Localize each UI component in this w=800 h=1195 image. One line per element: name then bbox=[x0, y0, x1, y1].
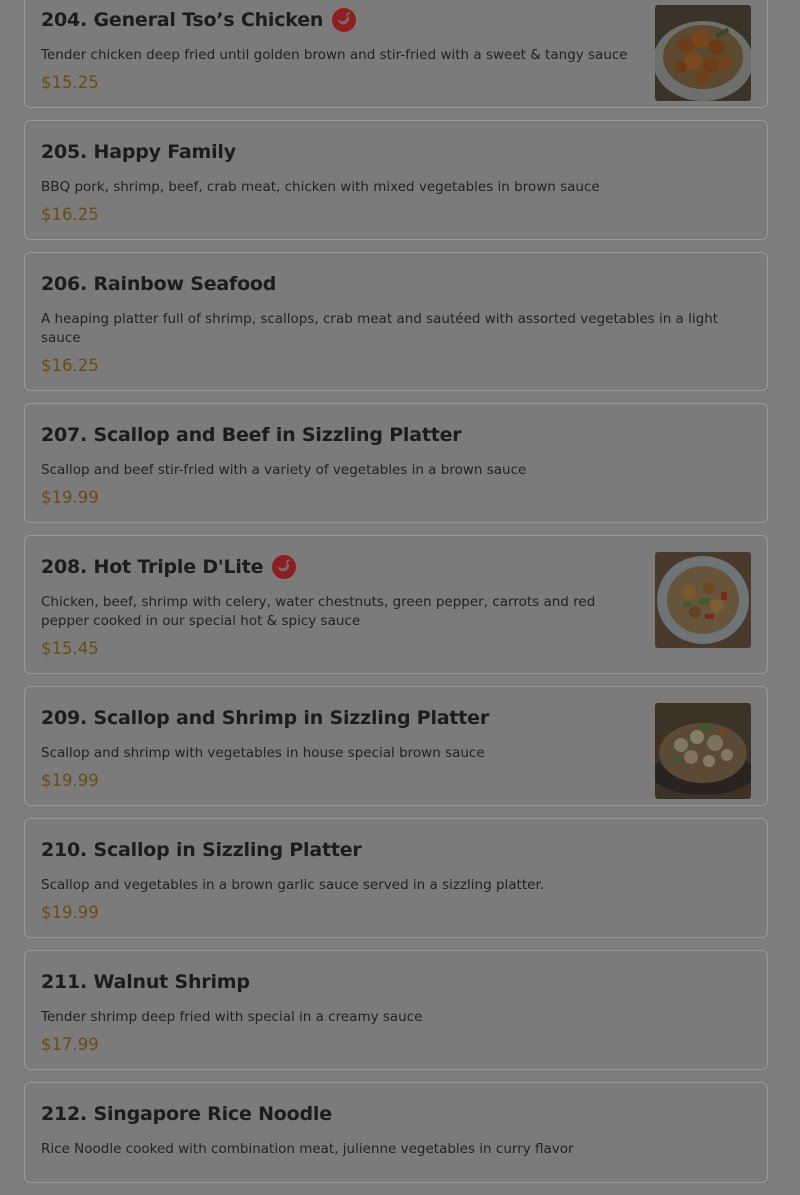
menu-item-price: $19.99 bbox=[41, 771, 99, 790]
menu-item-price: $19.99 bbox=[41, 903, 99, 922]
menu-item-price: $19.99 bbox=[41, 488, 99, 507]
menu-item-title: 212. Singapore Rice Noodle bbox=[41, 1103, 332, 1125]
menu-item-title-row: 210. Scallop in Sizzling Platter bbox=[41, 836, 751, 864]
menu-item-description: Scallop and shrimp with vegetables in ho… bbox=[41, 745, 485, 761]
menu-item-price: $17.99 bbox=[41, 1035, 99, 1054]
menu-item-description: Scallop and beef stir-fried with a varie… bbox=[41, 462, 527, 478]
menu-item-card[interactable]: 211. Walnut Shrimp Tender shrimp deep fr… bbox=[24, 950, 768, 1070]
menu-item-description: BBQ pork, shrimp, beef, crab meat, chick… bbox=[41, 179, 600, 195]
spicy-pepper-icon bbox=[272, 555, 297, 579]
menu-item-title-row: 209. Scallop and Shrimp in Sizzling Plat… bbox=[41, 704, 637, 732]
hot-triple-dlite-photo[interactable] bbox=[655, 552, 751, 648]
menu-item-title: 210. Scallop in Sizzling Platter bbox=[41, 839, 362, 861]
menu-item-title-row: 207. Scallop and Beef in Sizzling Platte… bbox=[41, 421, 751, 449]
menu-item-description: Chicken, beef, shrimp with celery, water… bbox=[41, 594, 596, 629]
menu-item-title-row: 206. Rainbow Seafood bbox=[41, 270, 751, 298]
menu-item-title-row: 211. Walnut Shrimp bbox=[41, 968, 751, 996]
menu-item-title-row: 212. Singapore Rice Noodle bbox=[41, 1100, 751, 1128]
menu-item-description: A heaping platter full of shrimp, scallo… bbox=[41, 311, 719, 346]
menu-item-card[interactable]: 212. Singapore Rice Noodle Rice Noodle c… bbox=[24, 1082, 768, 1183]
menu-item-title: 206. Rainbow Seafood bbox=[41, 273, 277, 295]
menu-item-list: 204. General Tso’s Chicken Tender chicke… bbox=[24, 0, 768, 1195]
menu-item-title-row: 205. Happy Family bbox=[41, 138, 751, 166]
menu-item-card[interactable]: 206. Rainbow Seafood A heaping platter f… bbox=[24, 252, 768, 391]
menu-item-description: Rice Noodle cooked with combination meat… bbox=[41, 1141, 574, 1157]
menu-item-price: $16.25 bbox=[41, 205, 99, 224]
menu-item-title: 207. Scallop and Beef in Sizzling Platte… bbox=[41, 424, 462, 446]
menu-item-price: $15.25 bbox=[41, 73, 99, 92]
scallop-shrimp-sizzling-photo[interactable] bbox=[655, 703, 751, 799]
menu-item-title-row: 204. General Tso’s Chicken bbox=[41, 6, 637, 34]
menu-item-title-row: 208. Hot Triple D'Lite bbox=[41, 553, 637, 581]
general-tso-chicken-photo[interactable] bbox=[655, 5, 751, 101]
menu-item-title: 208. Hot Triple D'Lite bbox=[41, 556, 264, 578]
menu-item-card[interactable]: 207. Scallop and Beef in Sizzling Platte… bbox=[24, 403, 768, 523]
menu-item-card[interactable]: 205. Happy Family BBQ pork, shrimp, beef… bbox=[24, 120, 768, 240]
menu-item-card[interactable]: 204. General Tso’s Chicken Tender chicke… bbox=[24, 0, 768, 108]
menu-item-title: 211. Walnut Shrimp bbox=[41, 971, 250, 993]
menu-item-card[interactable]: 210. Scallop in Sizzling Platter Scallop… bbox=[24, 818, 768, 938]
spicy-pepper-icon bbox=[332, 8, 357, 32]
menu-item-price: $15.45 bbox=[41, 639, 99, 658]
menu-item-title: 204. General Tso’s Chicken bbox=[41, 9, 324, 31]
menu-item-card[interactable]: 209. Scallop and Shrimp in Sizzling Plat… bbox=[24, 686, 768, 806]
menu-item-card[interactable]: 208. Hot Triple D'Lite Chicken, beef, sh… bbox=[24, 535, 768, 674]
menu-item-description: Tender chicken deep fried until golden b… bbox=[41, 47, 628, 63]
menu-item-price: $16.25 bbox=[41, 356, 99, 375]
menu-item-title: 205. Happy Family bbox=[41, 141, 236, 163]
menu-item-title: 209. Scallop and Shrimp in Sizzling Plat… bbox=[41, 707, 490, 729]
menu-item-description: Scallop and vegetables in a brown garlic… bbox=[41, 877, 545, 893]
menu-item-description: Tender shrimp deep fried with special in… bbox=[41, 1009, 423, 1025]
